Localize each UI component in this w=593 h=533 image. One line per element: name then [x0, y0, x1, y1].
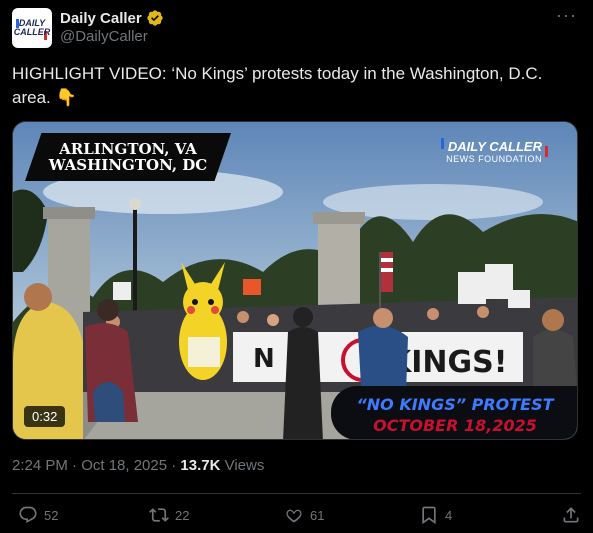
avatar[interactable]: DAILY CALLER	[12, 8, 52, 48]
author-name-row[interactable]: Daily Caller	[60, 8, 164, 28]
author-name[interactable]: Daily Caller	[60, 10, 142, 27]
divider	[12, 493, 581, 494]
protest-date-banner: “NO KINGS” PROTEST OCTOBER 18,2025	[331, 386, 577, 439]
tweet-text: HIGHLIGHT VIDEO: ‘No Kings’ protests tod…	[12, 64, 543, 107]
avatar-text-2: CALLER	[13, 27, 51, 37]
protest-sign-text: N	[253, 344, 275, 374]
reply-icon	[19, 506, 37, 524]
location-overlay: ARLINGTON, VA WASHINGTON, DC	[25, 133, 231, 181]
repost-button[interactable]: 22	[149, 505, 189, 525]
verified-badge-icon	[147, 10, 163, 26]
watermark-line-1: DAILY CALLER	[447, 139, 542, 154]
bookmark-button[interactable]: 4	[419, 505, 452, 525]
share-icon	[563, 507, 579, 523]
watermark-logo: DAILY CALLER NEWS FOUNDATION	[441, 138, 548, 164]
video-player[interactable]: N KINGS! ARLINGTON, VA WASHINGTON, DC DA	[12, 121, 578, 440]
author-handle[interactable]: @DailyCaller	[60, 28, 164, 48]
heart-icon	[286, 509, 302, 523]
watermark-line-2: NEWS FOUNDATION	[446, 154, 542, 164]
banner-date: OCTOBER 18,2025	[373, 416, 537, 435]
timestamp[interactable]: 2:24 PM · Oct 18, 2025 ·	[12, 457, 180, 474]
video-duration: 0:32	[24, 406, 66, 427]
tweet-header: DAILY CALLER Daily Caller @DailyCaller ·…	[12, 6, 581, 48]
bookmark-icon	[422, 506, 436, 525]
views-label: Views	[220, 457, 265, 474]
action-bar: 52 22 61 4	[12, 505, 581, 529]
avatar-logo: DAILY CALLER	[12, 8, 52, 48]
reply-button[interactable]: 52	[18, 505, 58, 525]
more-options-icon[interactable]: ···	[556, 6, 577, 24]
location-line-1: ARLINGTON, VA	[59, 140, 197, 158]
bookmark-count: 4	[445, 507, 453, 523]
banner-title: “NO KINGS” PROTEST	[356, 395, 554, 414]
views-count: 13.7K	[180, 457, 221, 474]
reply-count: 52	[44, 507, 59, 523]
repost-icon	[149, 508, 169, 522]
repost-count: 22	[175, 507, 190, 523]
like-button[interactable]: 61	[284, 505, 324, 525]
share-button[interactable]	[561, 505, 581, 525]
location-line-2: WASHINGTON, DC	[48, 156, 208, 174]
tweet-meta: 2:24 PM · Oct 18, 2025 · 13.7K Views	[12, 457, 264, 474]
like-count: 61	[310, 507, 325, 523]
author-block: Daily Caller @DailyCaller	[60, 8, 164, 48]
